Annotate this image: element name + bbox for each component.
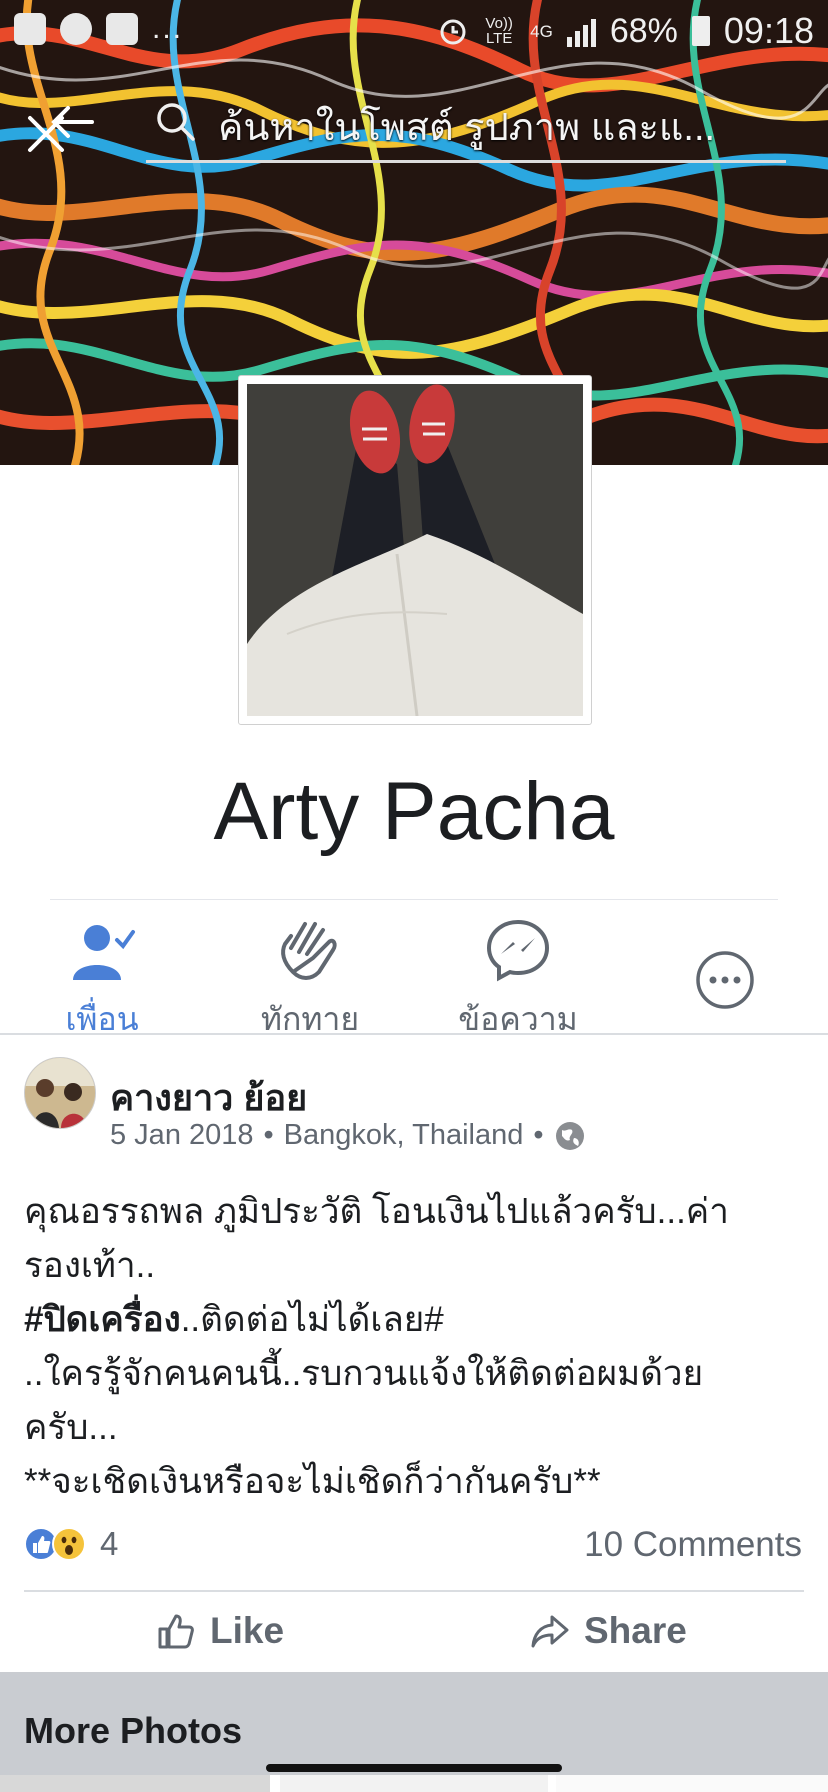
like-label: Like [210,1610,285,1651]
profile-actions: เพื่อน ทักทาย ข้อความ [0,910,828,1037]
post-line: รองเท้า.. [24,1246,156,1285]
back-arrow-icon[interactable] [48,104,96,140]
search-underline [146,160,786,163]
hashtag-link[interactable]: #ปิดเครื่อง [24,1300,181,1339]
facebook-icon [106,13,138,45]
alarm-icon [440,19,466,45]
post-line: #ปิดเครื่อง..ติดต่อไม่ได้เลย# [24,1293,804,1347]
reaction-count: 4 [100,1525,119,1562]
divider [50,899,778,900]
message-button[interactable]: ข้อความ [438,910,598,1037]
post-text: คุณอรรถพล ภูมิประวัติ โอนเงินไปแล้วครับ.… [24,1185,804,1509]
search-icon [157,103,195,141]
messenger-icon [486,919,550,982]
meta-separator: • [533,1119,544,1151]
share-button[interactable]: Share [530,1610,687,1652]
globe-icon [555,1121,584,1150]
meta-separator: • [263,1119,274,1151]
signal-icon [566,15,596,47]
search-input[interactable]: ค้นหาในโพสต์ รูปภาพ และแ... [218,96,778,157]
post-location[interactable]: Bangkok, Thailand [284,1119,524,1152]
post-date[interactable]: 5 Jan 2018 [110,1119,254,1152]
more-photos-title: More Photos [24,1710,243,1751]
share-icon [531,1615,569,1648]
more-button[interactable] [645,910,805,1015]
battery-percent: 68% [609,11,678,50]
profile-photo-image [247,384,583,716]
friends-button[interactable]: เพื่อน [22,910,182,1037]
post-line: ครับ... [24,1408,118,1447]
notification-icons: ... [14,12,183,46]
wow-reaction-icon [52,1527,86,1561]
like-button[interactable]: Like [156,1610,284,1652]
post-meta: 5 Jan 2018 • Bangkok, Thailand • [110,1119,586,1152]
image-icon [14,13,46,45]
wave-icon [281,922,337,980]
share-label: Share [584,1610,687,1651]
more-icon [696,951,754,1009]
post-line: ..ใครรู้จักคนคนนี้..รบกวนแจ้งให้ติดต่อผม… [24,1354,704,1393]
more-notifications: ... [152,12,184,45]
comments-count[interactable]: 10 Comments [584,1525,802,1565]
photo-thumbnail[interactable] [0,1775,270,1792]
post-line-rest: ..ติดต่อไม่ได้เลย# [180,1300,444,1339]
wave-button[interactable]: ทักทาย [230,910,390,1037]
divider [24,1590,804,1592]
photo-thumbnails [0,1775,828,1792]
post-line: **จะเชิดเงินหรือจะไม่เชิดก็ว่ากันครับ** [24,1462,601,1501]
friends-icon [73,925,135,980]
post-author[interactable]: คางยาว ย้อย [110,1069,307,1126]
photo-thumbnail[interactable] [556,1775,828,1792]
battery-icon [691,16,710,46]
profile-picture[interactable] [238,375,592,725]
home-indicator[interactable] [266,1764,562,1772]
status-bar: ... Vo)) LTE 4G 68% 09:18 [0,0,828,62]
reactions-summary[interactable]: 4 [24,1525,118,1563]
network-type: 4G [530,21,553,41]
post-line: คุณอรรถพล ภูมิประวัติ โอนเงินไปแล้วครับ.… [24,1192,729,1231]
photo-thumbnail[interactable] [280,1775,548,1792]
thumbs-up-icon [158,1614,194,1649]
volte-label: Vo)) LTE [485,15,513,47]
profile-name: Arty Pacha [213,766,615,857]
clock: 09:18 [723,10,814,51]
line-icon [60,13,92,45]
post-card: คางยาว ย้อย 5 Jan 2018 • Bangkok, Thaila… [0,1035,828,1675]
status-right: Vo)) LTE 4G 68% 09:18 [438,10,814,52]
avatar[interactable] [24,1057,96,1129]
